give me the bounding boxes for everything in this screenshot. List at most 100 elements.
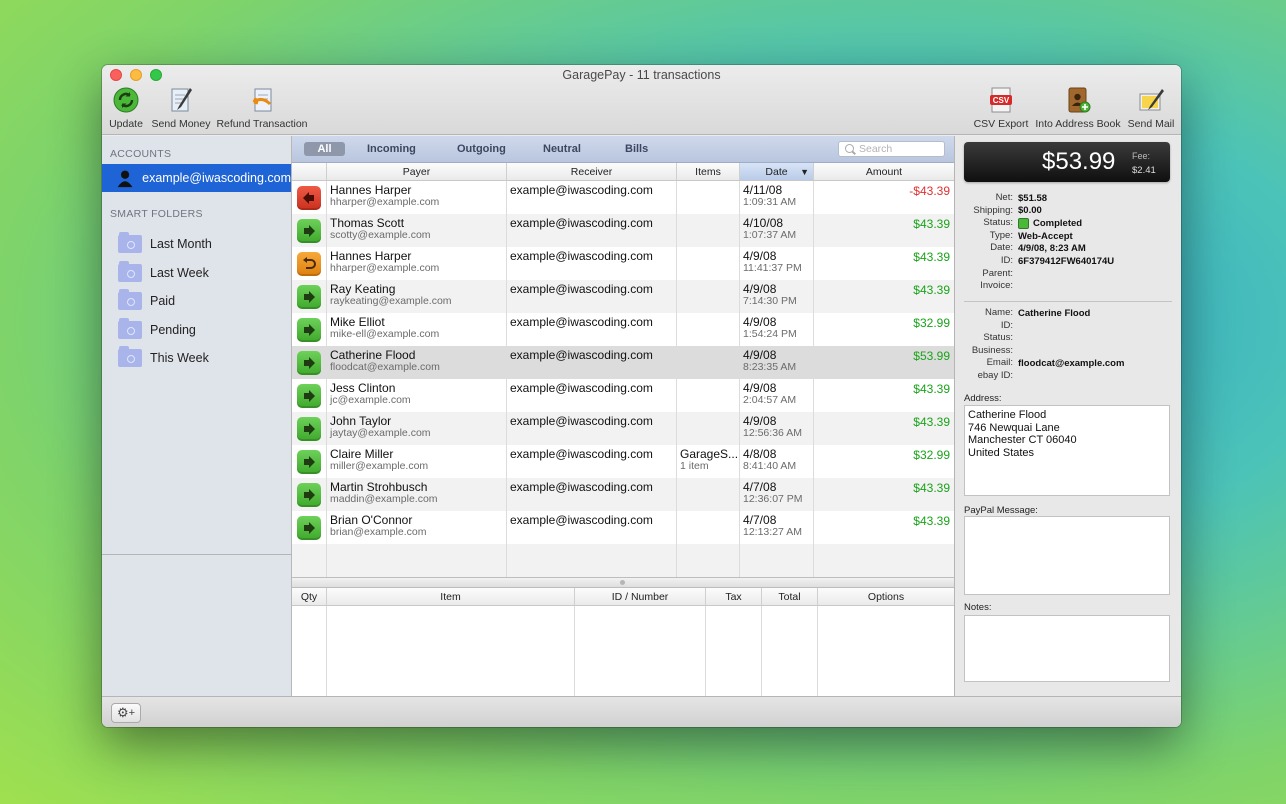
items-cell [677, 313, 740, 346]
mail-compose-icon [1136, 85, 1166, 115]
column-header-items[interactable]: Items [677, 163, 740, 180]
notes-field[interactable] [964, 615, 1170, 682]
column-header-qty[interactable]: Qty [292, 588, 327, 605]
status-cell [292, 346, 327, 379]
time-value: 12:56:36 AM [743, 427, 802, 439]
table-row[interactable]: Catherine Flood floodcat@example.com examp… [292, 346, 954, 379]
address-field[interactable]: Catherine Flood 746 Newquai Lane Manches… [964, 405, 1170, 496]
filter-tab-neutral[interactable]: Neutral [543, 142, 581, 156]
time-value: 8:23:35 AM [743, 361, 797, 373]
sidebar-account[interactable]: example@iwascoding.com [102, 164, 291, 192]
detail-key: ID: [1000, 255, 1013, 266]
detail-key: Business: [971, 344, 1013, 356]
table-row[interactable]: Hannes Harper hharper@example.com example@… [292, 181, 954, 214]
send-mail-button[interactable]: Send Mail [1126, 85, 1176, 130]
column-header-date[interactable]: Date ▼ [740, 163, 814, 180]
filter-tab-incoming[interactable]: Incoming [367, 142, 416, 156]
items-cell [677, 412, 740, 445]
sidebar-item-pending[interactable]: Pending [102, 316, 291, 345]
column-header-item[interactable]: Item [327, 588, 575, 605]
detail-value-wrap: floodcat@example.com [1018, 357, 1124, 370]
payer-cell: Hannes Harper hharper@example.com [327, 247, 507, 280]
receiver-email: example@iwascoding.com [510, 348, 653, 362]
table-row[interactable]: Thomas Scott scotty@example.com example@iw… [292, 214, 954, 247]
send-money-button[interactable]: Send Money [150, 85, 212, 130]
detail-row: Date: 4/9/08, 8:23 AM [955, 242, 1181, 255]
incoming-arrow-icon [297, 515, 321, 540]
date-cell: 4/7/08 12:13:27 AM [740, 511, 814, 544]
transactions-pane: All Incoming Outgoing Neutral Bills Sear… [292, 136, 954, 696]
detail-value: Completed [1033, 217, 1083, 229]
receiver-email: example@iwascoding.com [510, 447, 653, 461]
time-value: 1:07:37 AM [743, 229, 797, 241]
incoming-arrow-icon [297, 449, 321, 474]
table-row[interactable]: Martin Strohbusch maddin@example.com examp… [292, 478, 954, 511]
search-icon [845, 144, 854, 153]
sidebar-splitter[interactable] [102, 554, 292, 555]
filter-tab-outgoing[interactable]: Outgoing [457, 142, 506, 156]
smart-folder-icon [118, 232, 142, 254]
column-header-amount[interactable]: Amount [814, 163, 954, 180]
table-row[interactable]: Ray Keating raykeating@example.com example… [292, 280, 954, 313]
app-window: GaragePay - 11 transactions Update Send … [102, 65, 1181, 727]
table-row[interactable]: Claire Miller miller@example.com example@i… [292, 445, 954, 478]
detail-key: Shipping: [973, 204, 1013, 216]
detail-key: Type: [989, 229, 1013, 241]
filter-tab-bills[interactable]: Bills [625, 142, 648, 156]
amount-cell: $43.39 [913, 217, 950, 231]
pane-splitter[interactable] [292, 577, 954, 588]
items-count: 1 item [680, 460, 709, 472]
incoming-arrow-icon [297, 482, 321, 507]
smart-folders-header: SMART FOLDERS [110, 208, 203, 220]
date-cell: 4/9/08 12:56:36 AM [740, 412, 814, 445]
column-header-receiver[interactable]: Receiver [507, 163, 677, 180]
status-cell [292, 412, 327, 445]
paypal-message-field[interactable] [964, 516, 1170, 595]
add-icon: + [128, 707, 136, 719]
sidebar-item-last-month[interactable]: Last Month [102, 230, 291, 259]
refund-icon [247, 85, 277, 115]
incoming-arrow-icon [297, 416, 321, 441]
column-header-total[interactable]: Total [762, 588, 818, 605]
column-header-payer[interactable]: Payer [327, 163, 507, 180]
csv-export-button[interactable]: CSV CSV Export [972, 85, 1030, 130]
column-header-options[interactable]: Options [818, 588, 954, 605]
sidebar-item-paid[interactable]: Paid [102, 287, 291, 316]
table-row[interactable]: Jess Clinton jc@example.com example@iwasco… [292, 379, 954, 412]
sidebar-item-this-week[interactable]: This Week [102, 344, 291, 373]
payer-email: floodcat@example.com [330, 361, 440, 373]
incoming-arrow-icon [297, 218, 321, 243]
amount-cell: $43.39 [913, 283, 950, 297]
table-row[interactable]: Mike Elliot mike-ell@example.com example@i… [292, 313, 954, 346]
detail-value: $0.00 [1018, 205, 1042, 217]
time-value: 12:36:07 PM [743, 493, 803, 505]
detail-row: Status: [955, 332, 1181, 345]
column-header-id-number[interactable]: ID / Number [575, 588, 706, 605]
into-address-book-button[interactable]: Into Address Book [1034, 85, 1122, 130]
detail-key: Net: [995, 192, 1013, 203]
address-line: United States [968, 446, 1035, 459]
payer-email: mike-ell@example.com [330, 328, 440, 340]
payer-cell: Thomas Scott scotty@example.com [327, 214, 507, 247]
refund-transaction-button[interactable]: Refund Transaction [216, 85, 308, 130]
update-button[interactable]: Update [108, 85, 144, 130]
pen-paper-icon [166, 85, 196, 115]
folder-label: This Week [150, 351, 209, 366]
filter-tab-all[interactable]: All [304, 142, 345, 156]
table-row[interactable]: Hannes Harper hharper@example.com example@… [292, 247, 954, 280]
detail-key: Date: [990, 242, 1013, 254]
items-table-header: Qty Item ID / Number Tax Total Options [292, 588, 954, 606]
search-input[interactable]: Search [838, 141, 945, 157]
table-row[interactable]: Brian O'Connor brian@example.com example@i… [292, 511, 954, 544]
detail-row: Net: $51.58 [955, 192, 1181, 205]
gear-icon: ⚙ [116, 705, 129, 720]
sidebar-item-last-week[interactable]: Last Week [102, 259, 291, 288]
column-header-tax[interactable]: Tax [706, 588, 762, 605]
action-menu-button[interactable]: ⚙ + [111, 703, 141, 723]
receiver-cell: example@iwascoding.com [507, 247, 677, 280]
table-row[interactable]: John Taylor jaytay@example.com example@iwa… [292, 412, 954, 445]
folder-label: Last Month [150, 237, 212, 252]
status-column-header[interactable] [292, 163, 327, 180]
detail-value: Catherine Flood [1018, 307, 1091, 319]
amount-cell: $32.99 [913, 316, 950, 330]
